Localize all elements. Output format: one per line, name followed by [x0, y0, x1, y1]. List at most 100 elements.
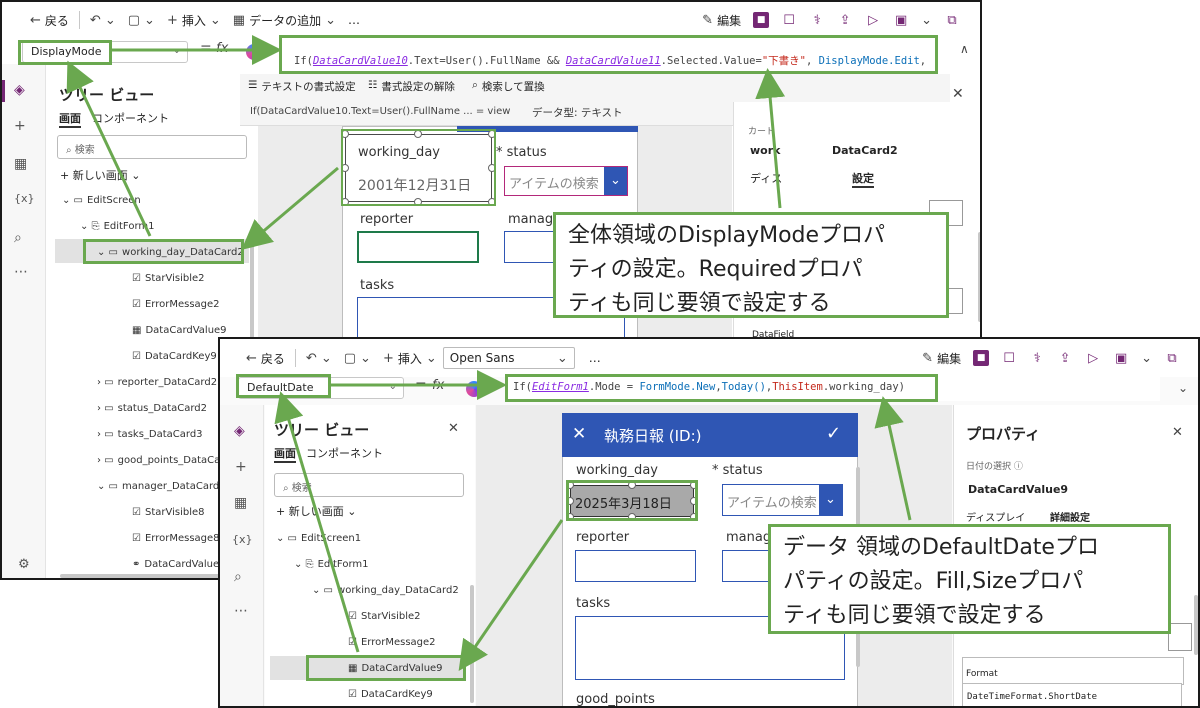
props-scrollbar[interactable] [1194, 595, 1198, 655]
tree-node-good-points[interactable]: › ▭ good_points_DataCar [97, 455, 224, 466]
save-menu-button[interactable]: ⌄ [1135, 351, 1158, 366]
copilot-icon[interactable] [246, 44, 262, 60]
comment-button[interactable]: ☐ [775, 12, 803, 28]
checker-button[interactable]: ⚕ [1023, 350, 1051, 366]
variables-icon[interactable]: {x} [232, 533, 253, 546]
formula-expand-icon[interactable]: ∧ [960, 42, 969, 56]
data-icon[interactable]: ▦ [234, 495, 247, 511]
add-data-button[interactable]: ▦ データの追加 ⌄ [227, 12, 342, 29]
tree-search-input[interactable]: ⌕ 検索 [57, 135, 247, 159]
tree-node-datacardkey[interactable]: ☑ DataCardKey9 [348, 689, 433, 700]
formula-expand-icon[interactable]: ⌄ [1178, 381, 1188, 395]
search-icon[interactable]: ⌕ [234, 569, 242, 585]
find-replace-button[interactable]: ⌕ 検索して置換 [472, 79, 545, 94]
tree-node-starvisible[interactable]: ☑ StarVisible2 [348, 611, 421, 622]
tree-search-input[interactable]: ⌕ 検索 [274, 473, 464, 497]
tree-node-status[interactable]: › ▭ status_DataCard2 [97, 403, 207, 414]
close-icon[interactable]: ✕ [952, 86, 964, 102]
tab-screens[interactable]: 画面 [59, 110, 81, 128]
search-icon[interactable]: ⌕ [14, 230, 22, 246]
tab-components[interactable]: コンポーネント [306, 445, 383, 461]
comment-button[interactable]: ☐ [995, 350, 1023, 366]
tree-node-editscreen[interactable]: ⌄ ▭ EditScreen [62, 195, 141, 206]
remove-format-button[interactable]: ☷ 書式設定の解除 [368, 79, 455, 94]
tab-display[interactable]: ディスプレイ [966, 509, 1025, 524]
tree-node-manager[interactable]: ⌄ ▭ manager_DataCard2 [97, 481, 226, 492]
insert-button[interactable]: + 挿入 ⌄ [161, 12, 227, 29]
tab-screens[interactable]: 画面 [274, 445, 296, 463]
publish-button[interactable]: ⧉ [938, 12, 966, 28]
more-button[interactable]: … [583, 351, 607, 365]
app-icon-button[interactable]: ■ [747, 12, 775, 28]
layers-icon[interactable]: ◈ [234, 423, 245, 439]
tree-node-reporter[interactable]: › ▭ reporter_DataCard2 [97, 377, 217, 388]
close-properties-icon[interactable]: ✕ [1172, 425, 1183, 440]
tree-node-errormessage8[interactable]: ☑ ErrorMessage8 [132, 533, 220, 544]
settings-icon[interactable]: ⚙ [18, 557, 30, 572]
play-button[interactable]: ▷ [1079, 350, 1107, 366]
paste-button[interactable]: ▢ ⌄ [338, 351, 377, 366]
play-button[interactable]: ▷ [859, 12, 887, 28]
tree-node-errormessage[interactable]: ☑ ErrorMessage2 [132, 299, 220, 310]
form-close-icon[interactable]: ✕ [572, 424, 586, 444]
tree-node-datacardvalue15[interactable]: ⚭ DataCardValue15 [132, 559, 232, 570]
reporter-input[interactable] [357, 231, 479, 263]
prop-input-1[interactable] [1168, 623, 1192, 651]
plus-icon[interactable]: + [14, 118, 26, 134]
paste-button[interactable]: ▢ ⌄ [122, 13, 161, 28]
form-submit-icon[interactable]: ✓ [826, 423, 841, 444]
status-dropdown-button[interactable]: ⌄ [819, 485, 842, 515]
font-select[interactable]: Open Sans ⌄ [442, 347, 575, 369]
new-screen-button[interactable]: + 新しい画面 ⌄ [60, 167, 140, 183]
more-icon[interactable]: ⋯ [234, 603, 248, 619]
tree-node-editform[interactable]: ⌄ ⎘ EditForm1 [80, 221, 154, 232]
back-button[interactable]: ← 戻る [24, 12, 75, 29]
checker-button[interactable]: ⚕ [803, 12, 831, 28]
back-button[interactable]: ← 戻る [240, 350, 291, 367]
form-title: 執務日報 (ID:) [604, 427, 702, 445]
tree-h-scrollbar[interactable] [60, 574, 240, 578]
tab-components[interactable]: コンポーネント [92, 110, 169, 126]
new-screen-button[interactable]: + 新しい画面 ⌄ [276, 503, 356, 519]
undo-button[interactable]: ↶ ⌄ [300, 351, 338, 366]
undo-button[interactable]: ↶ ⌄ [84, 13, 122, 28]
props-scrollbar[interactable] [978, 232, 980, 322]
tree-node-starvisible8[interactable]: ☑ StarVisible8 [132, 507, 205, 518]
reporter-input[interactable] [575, 550, 696, 582]
save-button[interactable]: ▣ [1107, 350, 1135, 366]
tab-advanced[interactable]: 設定 [852, 170, 874, 188]
save-button[interactable]: ▣ [887, 12, 915, 28]
copilot-icon[interactable] [466, 381, 482, 397]
format-input[interactable]: DateTimeFormat.ShortDate [962, 683, 1182, 706]
insert-button[interactable]: + 挿入 ⌄ [377, 350, 443, 367]
tree-node-datacardvalue9[interactable]: ▦ DataCardValue9 [132, 325, 227, 336]
edit-button[interactable]: ✎ 編集 [916, 350, 967, 367]
tree-scrollbar[interactable] [470, 585, 474, 703]
share-button[interactable]: ⇪ [1051, 350, 1079, 366]
app-icon-button[interactable]: ■ [967, 350, 995, 366]
share-button[interactable]: ⇪ [831, 12, 859, 28]
tree-node-starvisible[interactable]: ☑ StarVisible2 [132, 273, 205, 284]
properties-type: 日付の選択 ⓘ [966, 462, 1023, 472]
rail-accent [2, 80, 5, 102]
close-tree-icon[interactable]: ✕ [448, 421, 459, 436]
tree-node-tasks[interactable]: › ▭ tasks_DataCard3 [97, 429, 203, 440]
tree-node-errormessage[interactable]: ☑ ErrorMessage2 [348, 637, 436, 648]
format-text-button[interactable]: ☰ テキストの書式設定 [248, 79, 356, 94]
save-menu-button[interactable]: ⌄ [915, 13, 938, 28]
layers-icon[interactable]: ◈ [14, 82, 25, 98]
plus-icon[interactable]: + [235, 459, 247, 475]
tree-node-editform[interactable]: ⌄ ⎘ EditForm1 [294, 559, 368, 570]
publish-button[interactable]: ⧉ [1158, 350, 1186, 366]
edit-button[interactable]: ✎ 編集 [696, 12, 747, 29]
tree-node-editscreen[interactable]: ⌄ ▭ EditScreen1 [276, 533, 361, 544]
status-dropdown-button[interactable]: ⌄ [604, 167, 627, 195]
reporter-label: reporter [576, 530, 630, 545]
more-button[interactable]: … [342, 13, 366, 27]
tree-node-working-day-datacard[interactable]: ⌄ ▭ working_day_DataCard2 [312, 585, 459, 596]
data-icon[interactable]: ▦ [14, 156, 27, 172]
tree-node-datacardkey[interactable]: ☑ DataCardKey9 [132, 351, 217, 362]
tab-display[interactable]: ディス [750, 170, 782, 186]
variables-icon[interactable]: {x} [14, 192, 35, 205]
more-icon[interactable]: ⋯ [14, 264, 28, 280]
